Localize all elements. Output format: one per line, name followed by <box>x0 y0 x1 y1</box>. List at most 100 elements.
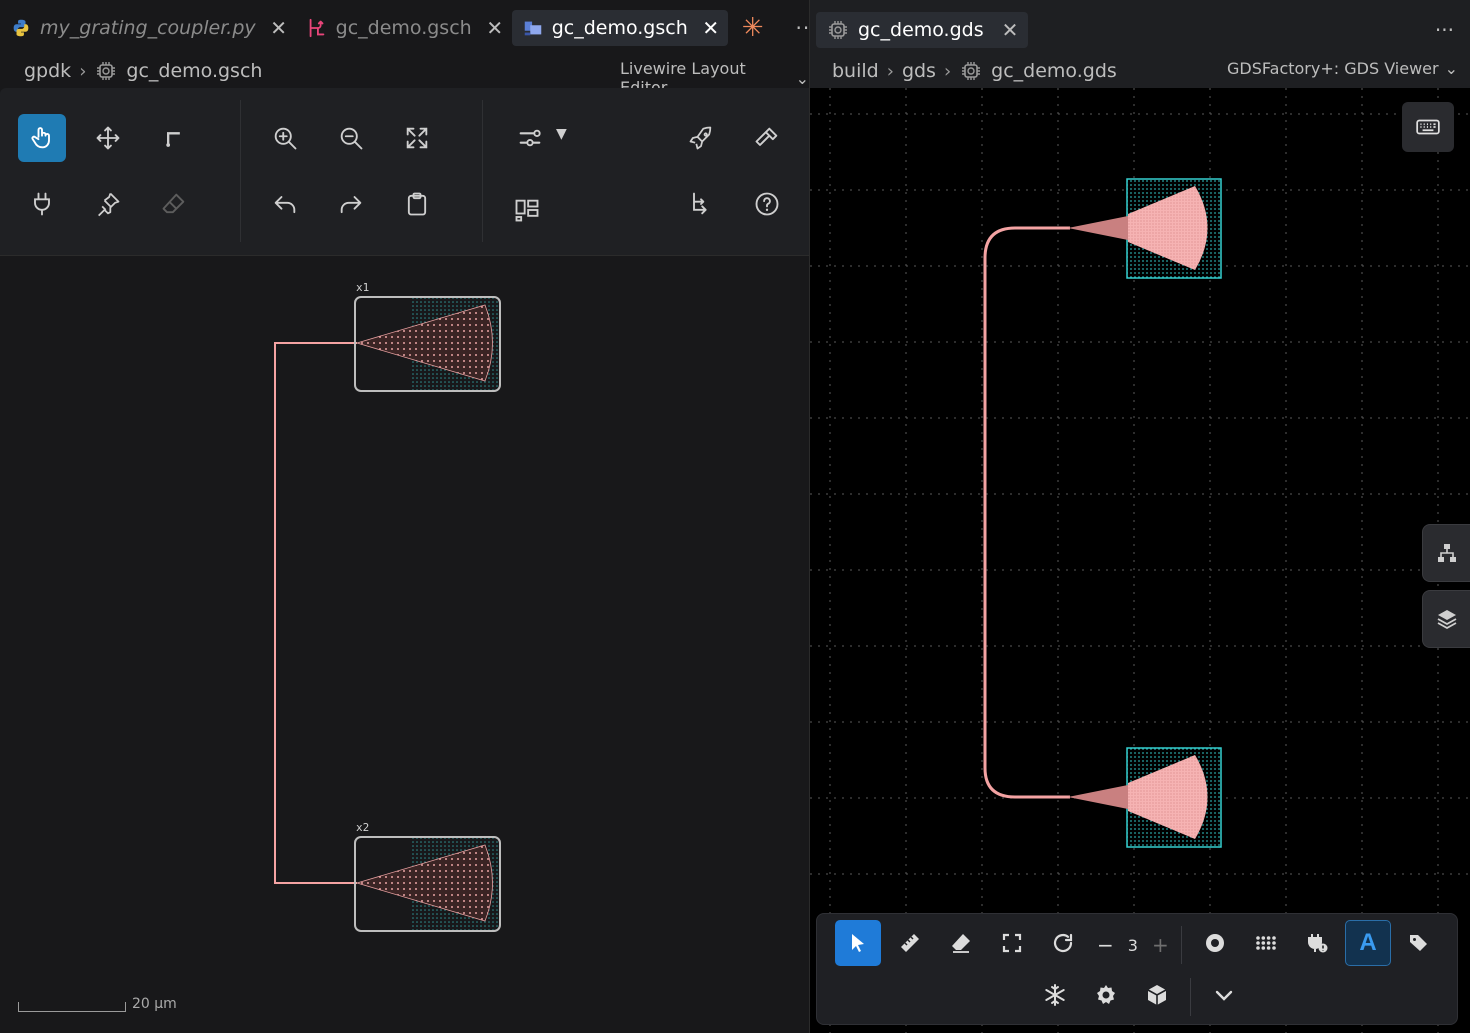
gds-waveguide[interactable] <box>983 226 1070 799</box>
breadcrumb-root[interactable]: gpdk <box>24 60 71 82</box>
gds-canvas[interactable]: − 3 + A <box>810 88 1470 1033</box>
plug-icon <box>34 192 50 216</box>
zoom-out-button[interactable] <box>327 114 375 162</box>
python-icon <box>13 19 29 37</box>
settings-button[interactable] <box>1083 972 1129 1018</box>
pin-button[interactable] <box>84 180 132 228</box>
zoom-in-button[interactable] <box>261 114 309 162</box>
grid-toggle-button[interactable] <box>1243 920 1289 966</box>
instance-label-x2: x2 <box>356 821 370 834</box>
viewer-mode-label: GDSFactory+: GDS Viewer <box>1227 59 1439 78</box>
stepper-value: 3 <box>1127 935 1138 955</box>
route-branch-icon <box>693 192 707 215</box>
instance-x1[interactable] <box>354 296 501 392</box>
close-icon[interactable]: ✕ <box>1002 18 1019 42</box>
rocket-icon <box>689 126 712 150</box>
close-icon[interactable]: ✕ <box>270 16 288 40</box>
labels-toggle-button[interactable]: A <box>1345 920 1391 966</box>
pin-icon <box>98 192 120 217</box>
letter-a-icon: A <box>1359 929 1377 956</box>
viewer-mode-selector[interactable]: GDSFactory+: GDS Viewer ⌄ <box>1227 59 1458 78</box>
waveguide-route[interactable] <box>274 342 357 884</box>
cube-icon <box>1147 985 1167 1005</box>
instance-x2[interactable] <box>354 836 501 932</box>
gds-coupler-bottom[interactable] <box>1068 747 1222 848</box>
tab-gc-demo-schematic[interactable]: gc_demo.gsch ✕ <box>296 10 512 46</box>
gear-icon <box>1097 985 1115 1004</box>
ruler-button[interactable] <box>887 920 933 966</box>
hammer-icon <box>755 127 778 146</box>
add-route-button[interactable] <box>677 180 725 228</box>
hierarchy-panel-button[interactable] <box>1422 524 1470 582</box>
hand-pointer-icon <box>31 127 50 149</box>
connect-port-button[interactable] <box>18 180 66 228</box>
layout-toolbar: ▼ <box>0 88 809 256</box>
help-icon <box>755 192 779 216</box>
ports-toggle-button[interactable] <box>1192 920 1238 966</box>
tab-gc-demo-gds[interactable]: gc_demo.gds ✕ <box>816 12 1029 48</box>
dropdown-caret-icon[interactable]: ▼ <box>556 126 567 142</box>
keyboard-shortcuts-button[interactable] <box>1402 102 1454 152</box>
breadcrumb: gpdk › gc_demo.gsch <box>24 56 262 86</box>
chevron-down-icon: ⌄ <box>795 68 809 88</box>
route-icon <box>166 132 180 147</box>
breadcrumb-build[interactable]: build <box>832 60 879 82</box>
tags-button[interactable] <box>1396 920 1442 966</box>
gds-viewer-pane: gc_demo.gds ✕ ··· build › gds › gc_demo.… <box>810 0 1470 1033</box>
eraser-button[interactable] <box>938 920 984 966</box>
gds-coupler-top[interactable] <box>1068 178 1222 279</box>
tab-label: gc_demo.gsch <box>335 17 472 39</box>
launch-button[interactable] <box>677 114 725 162</box>
maximize-icon <box>406 127 428 149</box>
build-button[interactable] <box>743 114 791 162</box>
route-tool-button[interactable] <box>150 114 198 162</box>
chevron-right-icon: › <box>886 60 894 82</box>
close-icon[interactable]: ✕ <box>702 16 720 40</box>
tab-label: gc_demo.gds <box>858 19 984 41</box>
stepper-increment[interactable]: + <box>1152 933 1169 957</box>
routing-mode-button[interactable] <box>506 114 554 162</box>
help-button[interactable] <box>743 180 791 228</box>
record-circle-icon <box>1206 934 1224 952</box>
reload-button[interactable] <box>1040 920 1086 966</box>
depth-stepper: − 3 + <box>1097 922 1169 968</box>
chevron-down-icon: ⌄ <box>1444 59 1458 78</box>
clipboard-button[interactable] <box>393 180 441 228</box>
select-tool-button[interactable] <box>18 114 66 162</box>
plug-alert-icon <box>1308 934 1328 953</box>
schematic-canvas[interactable]: x1 x2 <box>0 257 809 1033</box>
fit-view-button[interactable] <box>989 920 1035 966</box>
port-warnings-button[interactable] <box>1294 920 1340 966</box>
chip-icon <box>829 21 847 39</box>
layout-arrange-button[interactable] <box>503 186 551 234</box>
scale-bar-line <box>18 1002 126 1012</box>
tab-my-grating-coupler[interactable]: my_grating_coupler.py ✕ <box>0 10 296 46</box>
move-tool-button[interactable] <box>84 114 132 162</box>
chevron-right-icon: › <box>79 60 87 82</box>
more-actions-icon[interactable]: ··· <box>1435 18 1454 42</box>
collapse-toolbar-button[interactable] <box>1201 972 1247 1018</box>
freeze-button[interactable] <box>1032 972 1078 1018</box>
fit-view-button[interactable] <box>393 114 441 162</box>
snowflake-icon <box>1045 984 1065 1006</box>
eraser-button[interactable] <box>150 180 198 228</box>
undo-button[interactable] <box>261 180 309 228</box>
breadcrumb-file[interactable]: gc_demo.gds <box>991 60 1117 82</box>
close-icon[interactable]: ✕ <box>486 16 504 40</box>
keyboard-icon <box>1416 119 1440 135</box>
undo-icon <box>274 196 296 214</box>
toolbar-divider <box>482 100 483 242</box>
breadcrumb-gds[interactable]: gds <box>902 60 936 82</box>
redo-button[interactable] <box>327 180 375 228</box>
tags-icon <box>1410 935 1427 951</box>
stepper-decrement[interactable]: − <box>1097 933 1114 957</box>
chevron-right-icon: › <box>943 60 952 82</box>
ai-spark-icon[interactable]: ✳ <box>742 13 764 43</box>
eraser-icon <box>952 934 970 953</box>
select-mode-button[interactable] <box>835 920 881 966</box>
tab-gc-demo-layout[interactable]: gc_demo.gsch ✕ <box>511 10 728 46</box>
clipboard-icon <box>407 192 427 216</box>
3d-view-button[interactable] <box>1134 972 1180 1018</box>
layers-panel-button[interactable] <box>1422 590 1470 648</box>
breadcrumb-file[interactable]: gc_demo.gsch <box>126 60 262 82</box>
